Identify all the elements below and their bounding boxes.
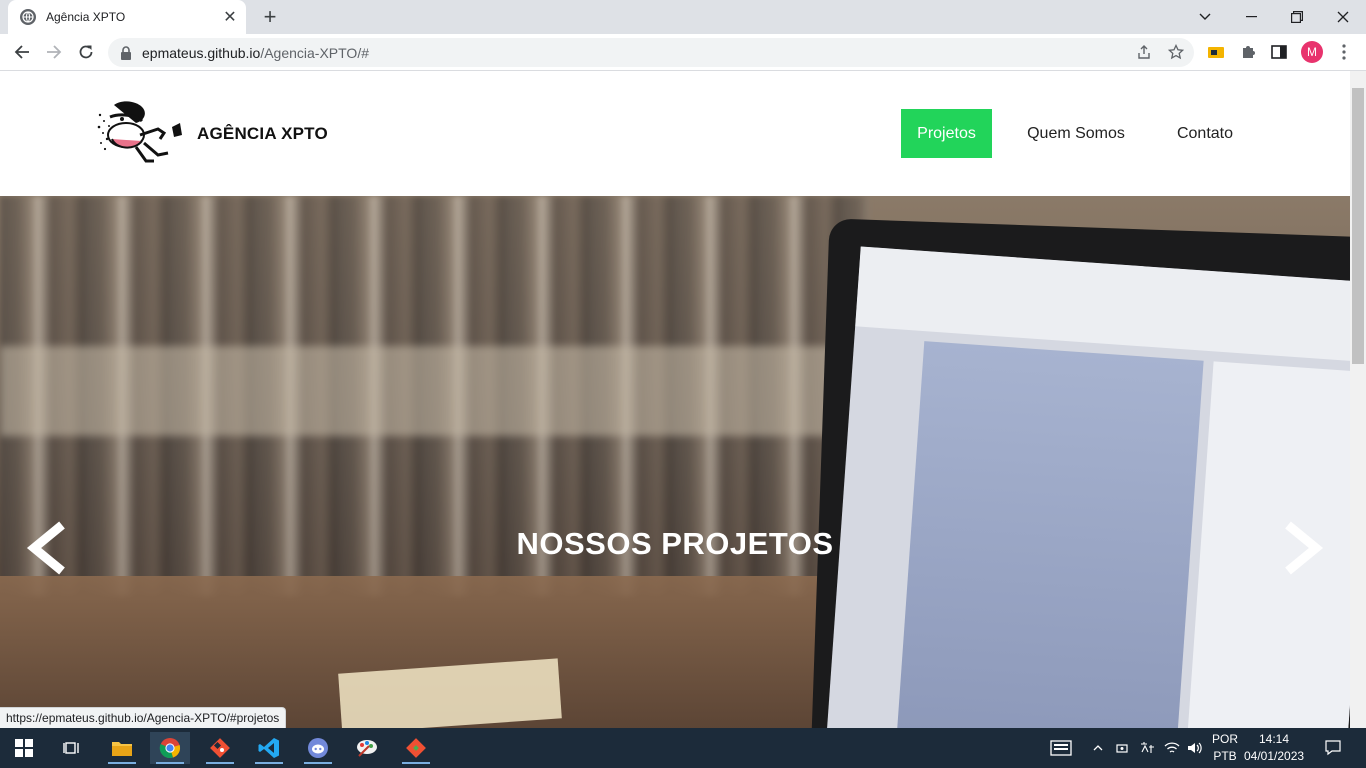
notifications-icon[interactable] [1318,732,1348,764]
link-status-bubble: https://epmateus.github.io/Agencia-XPTO/… [0,707,287,728]
globe-icon [20,9,36,25]
keyboard-tray-icon[interactable] [1043,732,1079,764]
git-gui-icon[interactable] [396,732,436,764]
volume-icon[interactable] [1184,732,1206,764]
nav-link-quem-somos[interactable]: Quem Somos [1014,109,1138,158]
new-tab-button[interactable]: + [256,4,284,30]
address-url: epmateus.github.io/Agencia-XPTO/# [142,44,369,61]
task-view-icon[interactable] [52,732,92,764]
carousel-prev-arrow-icon[interactable] [24,521,68,575]
wifi-icon[interactable] [1161,732,1183,764]
language-code: POR [1211,732,1238,746]
browser-toolbar: epmateus.github.io/Agencia-XPTO/# M [0,34,1366,71]
close-window-button[interactable] [1320,0,1366,34]
restore-button[interactable] [1274,0,1320,34]
nav-link-contato[interactable]: Contato [1162,109,1248,158]
tab-close-icon[interactable]: ✕ [220,7,240,27]
paint-app-icon[interactable] [347,732,387,764]
windows-taskbar: POR PTB 14:14 04/01/2023 [0,728,1366,768]
language-input-icon[interactable] [1136,732,1158,764]
lock-icon [121,45,131,60]
forward-arrow-icon[interactable] [40,38,68,66]
reload-icon[interactable] [72,38,100,66]
carousel-next-arrow-icon[interactable] [1282,521,1326,575]
hero-background-laptop-screen [824,246,1350,728]
show-hidden-icons-chevron-icon[interactable] [1088,732,1108,764]
hero-carousel: NOSSOS PROJETOS [0,196,1350,728]
nav-link-projetos[interactable]: Projetos [901,109,992,158]
clock-time: 14:14 [1258,732,1290,746]
extensions-puzzle-icon[interactable] [1237,41,1259,63]
brand-logo-illustration[interactable] [96,99,184,169]
vscode-icon[interactable] [249,732,289,764]
tab-title: Agência XPTO [46,10,126,24]
meet-now-icon[interactable] [1112,732,1132,764]
address-bar[interactable]: epmateus.github.io/Agencia-XPTO/# [108,38,1194,67]
share-icon[interactable] [1133,41,1155,63]
tab-search-chevron-icon[interactable] [1182,0,1228,34]
site-header: AGÊNCIA XPTO Projetos Quem Somos Contato [0,71,1350,196]
minimize-button[interactable] [1228,0,1274,34]
keyboard-layout-code: PTB [1213,749,1237,763]
extension-icon[interactable] [1205,41,1227,63]
windows-start-icon[interactable] [4,732,44,764]
profile-avatar[interactable]: M [1301,41,1323,63]
chrome-icon[interactable] [150,732,190,764]
system-clock[interactable]: 14:14 04/01/2023 [1244,731,1304,765]
file-explorer-icon[interactable] [102,732,142,764]
web-page: AGÊNCIA XPTO Projetos Quem Somos Contato… [0,71,1350,728]
browser-tab-strip: Agência XPTO ✕ + [0,0,1366,34]
side-panel-icon[interactable] [1268,41,1290,63]
clock-date: 04/01/2023 [1244,749,1305,763]
git-app-icon[interactable] [200,732,240,764]
brand-name[interactable]: AGÊNCIA XPTO [197,124,328,144]
hero-background-shelf [0,346,870,436]
scrollbar-thumb[interactable] [1352,88,1364,364]
hero-title: NOSSOS PROJETOS [516,526,834,561]
discord-icon[interactable] [298,732,338,764]
input-language-indicator[interactable]: POR PTB [1208,731,1242,765]
back-arrow-icon[interactable] [8,38,36,66]
browser-tab[interactable]: Agência XPTO ✕ [8,0,246,34]
bookmark-star-icon[interactable] [1165,41,1187,63]
kebab-menu-icon[interactable] [1333,41,1355,63]
